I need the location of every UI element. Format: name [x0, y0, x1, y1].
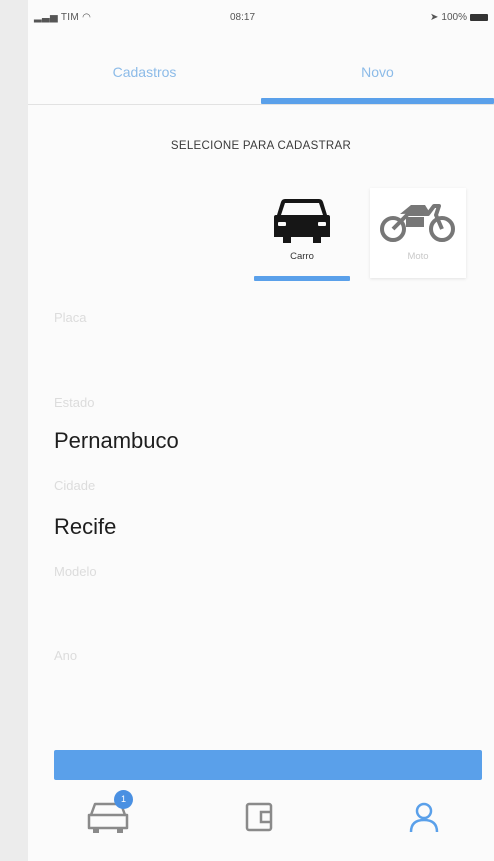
wallet-icon [245, 802, 273, 832]
nav-item-wallet[interactable] [200, 790, 320, 861]
app-screen: ▂▃▅ TIM ◠ 08:17 ➤ 100% Cadastros Novo SE… [28, 0, 494, 861]
bottom-navigation: 1 [28, 790, 494, 861]
city-field[interactable]: Recife [54, 514, 116, 540]
battery-icon [470, 14, 488, 21]
submit-button[interactable] [54, 750, 482, 780]
nav-item-vehicles[interactable]: 1 [48, 790, 168, 861]
signal-icon: ▂▃▅ [34, 12, 58, 23]
state-field[interactable]: Pernambuco [54, 428, 179, 454]
carrier-name: TIM [60, 12, 80, 23]
carrier-signal: ▂▃▅ TIM ◠ [34, 12, 91, 23]
city-label: Cidade [54, 478, 96, 493]
battery-percent: 100% [441, 12, 467, 23]
state-label: Estado [54, 395, 95, 410]
wifi-icon: ◠ [82, 12, 92, 23]
vehicle-label-car: Carro [290, 251, 314, 262]
location-icon: ➤ [430, 12, 439, 23]
vehicle-option-moto[interactable]: Moto [370, 188, 466, 278]
model-label: Modelo [54, 564, 97, 579]
vehicle-selected-indicator [254, 276, 350, 281]
user-icon [409, 802, 439, 833]
status-bar: ▂▃▅ TIM ◠ 08:17 ➤ 100% [28, 0, 494, 34]
battery-status: ➤ 100% [430, 12, 488, 23]
tab-bar: Cadastros Novo [28, 48, 494, 105]
motorcycle-icon [380, 204, 455, 242]
tab-novo[interactable]: Novo [261, 48, 494, 104]
car-icon [274, 199, 330, 243]
status-time: 08:17 [230, 12, 256, 23]
vehicle-label-moto: Moto [407, 251, 429, 262]
section-title: SELECIONE PARA CADASTRAR [170, 140, 352, 152]
year-label: Ano [54, 648, 78, 663]
plate-label: Placa [54, 310, 87, 325]
active-tab-indicator [261, 98, 494, 104]
tab-cadastros[interactable]: Cadastros [28, 48, 261, 104]
notification-badge: 1 [114, 790, 133, 809]
nav-item-profile[interactable] [364, 790, 484, 861]
vehicle-option-car[interactable]: Carro [254, 188, 350, 278]
